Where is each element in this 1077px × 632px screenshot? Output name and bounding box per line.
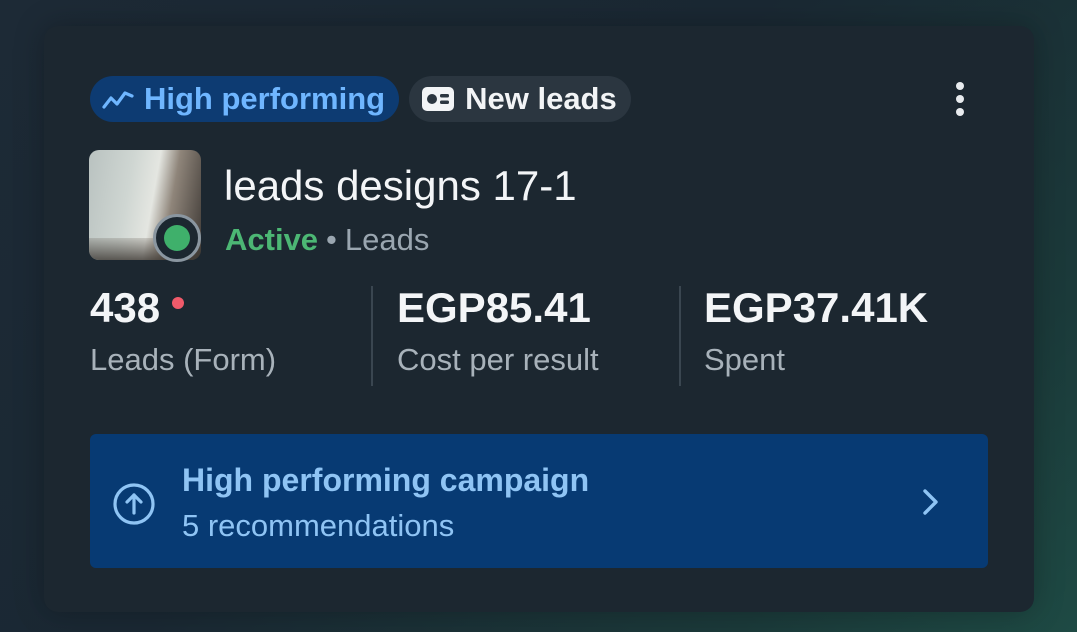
campaign-name[interactable]: leads designs 17-1 [224, 162, 577, 210]
metric-divider [679, 286, 681, 386]
recommendation-banner[interactable]: High performing campaign 5 recommendatio… [90, 434, 988, 568]
status-text: Active [225, 222, 319, 257]
high-performing-badge: High performing [90, 76, 400, 122]
id-card-icon [421, 86, 455, 112]
metric-divider [371, 286, 373, 386]
recommendation-title: High performing campaign [182, 462, 590, 498]
metric-value: 438 [90, 284, 276, 332]
chevron-right-icon[interactable] [916, 486, 944, 523]
campaign-thumbnail [89, 150, 205, 262]
metric-label: Spent [704, 342, 786, 377]
trend-up-icon [102, 87, 134, 111]
arrow-up-circle-icon [112, 482, 156, 531]
metric-value: EGP85.41 [397, 284, 591, 331]
new-leads-badge: New leads [409, 76, 631, 122]
metric-value: EGP37.41K [704, 284, 929, 331]
metrics-row: 438 Leads (Form) EGP85.41 Cost per resul… [90, 284, 990, 388]
recommendation-count: 5 recommendations [182, 508, 455, 543]
metric-cost-per-result[interactable]: EGP85.41 Cost per result [397, 284, 599, 388]
separator-dot: • [326, 222, 337, 257]
status-indicator [153, 214, 201, 262]
campaign-status-line: Active • Leads [225, 222, 429, 258]
more-vertical-icon[interactable] [944, 78, 976, 120]
high-performing-label: High performing [144, 81, 386, 116]
metric-label: Leads (Form) [90, 342, 277, 377]
leads-count: 438 [90, 284, 161, 331]
new-leads-label: New leads [465, 81, 617, 116]
objective-text: Leads [344, 222, 430, 257]
campaign-card[interactable]: High performing New leads leads designs … [44, 26, 1034, 612]
metric-label: Cost per result [397, 342, 599, 377]
metric-leads[interactable]: 438 Leads (Form) [90, 284, 276, 388]
alert-dot [172, 297, 185, 309]
badge-row: High performing New leads [90, 76, 631, 122]
active-status-dot [164, 225, 190, 251]
metric-spent[interactable]: EGP37.41K Spent [704, 284, 928, 388]
